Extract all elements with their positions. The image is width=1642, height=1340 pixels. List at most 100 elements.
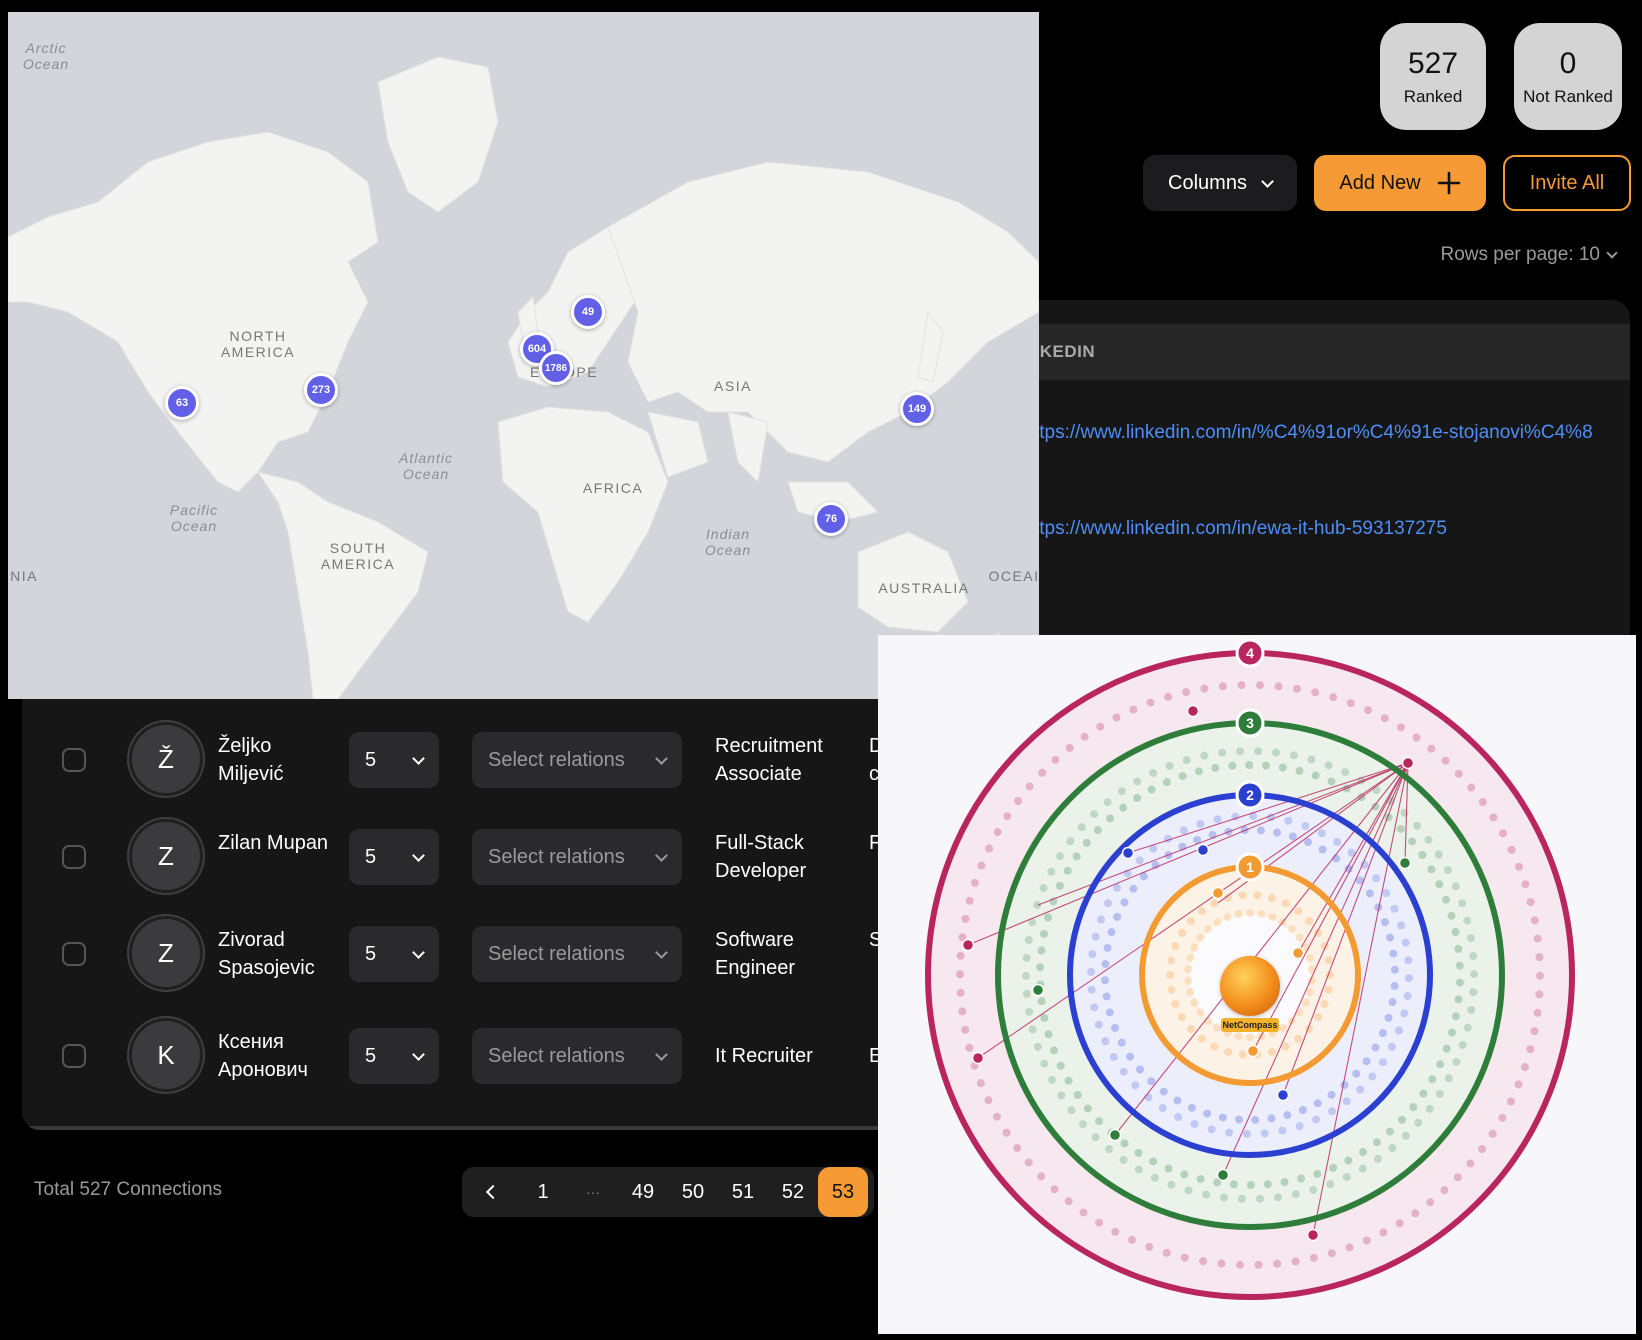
map-cluster-marker[interactable]: 76 xyxy=(814,502,848,536)
radar-contact-dot xyxy=(1530,916,1539,925)
rows-per-page-select[interactable]: Rows per page: 10 xyxy=(1441,244,1618,266)
radar-contact-dot xyxy=(1498,1113,1507,1122)
radar-contact-dot xyxy=(1413,821,1422,830)
radar-contact-dot xyxy=(1342,1172,1351,1181)
radar-contact-dot xyxy=(1469,970,1478,979)
linkedin-link[interactable]: ttps://www.linkedin.com/in/%C4%91or%C4%9… xyxy=(1034,422,1593,444)
map-cluster-marker[interactable]: 49 xyxy=(571,295,605,329)
radar-contact-dot xyxy=(1400,1009,1409,1018)
map-cluster-marker[interactable]: 149 xyxy=(900,392,934,426)
radar-contact-dot xyxy=(1395,1026,1404,1035)
radar-contact-dot xyxy=(1312,1115,1321,1124)
radar-contact-dot xyxy=(1424,835,1433,844)
radar-contact-dot xyxy=(1033,900,1042,909)
radar-contact-dot xyxy=(1056,1061,1065,1070)
relations-select[interactable]: Select relations xyxy=(472,926,682,982)
radar-contact-dot xyxy=(1294,1034,1303,1043)
radar-contact-dot xyxy=(1159,1087,1168,1096)
radar-contact-dot xyxy=(1463,916,1472,925)
radar-contact-dot xyxy=(1356,1085,1365,1094)
radar-contact-dot xyxy=(1314,1013,1323,1022)
rank-select[interactable]: 5 xyxy=(349,926,439,982)
page-ellipsis[interactable]: ··· xyxy=(568,1167,618,1217)
radar-contact-dot xyxy=(1388,998,1397,1007)
row-checkbox[interactable] xyxy=(62,845,86,869)
radar-contact-dot xyxy=(1218,682,1227,691)
radar-contact-dot xyxy=(1467,783,1476,792)
radar-contact-dot xyxy=(1186,1024,1195,1033)
chevron-down-icon xyxy=(655,945,668,959)
radar-ring-number: 3 xyxy=(1246,715,1254,731)
row-checkbox[interactable] xyxy=(62,1044,86,1068)
rank-select[interactable]: 5 xyxy=(349,1028,439,1084)
radar-contact-dot xyxy=(1111,1227,1120,1236)
row-checkbox[interactable] xyxy=(62,942,86,966)
radar-contact-dot xyxy=(1237,681,1246,690)
prev-page-button[interactable] xyxy=(468,1167,518,1217)
radar-contact-dot xyxy=(1038,768,1047,777)
page-button[interactable]: 52 xyxy=(768,1167,818,1217)
radar-contact-dot xyxy=(1246,909,1254,917)
page-button[interactable]: 50 xyxy=(668,1167,718,1217)
radar-contact-dot xyxy=(992,1112,1001,1121)
radar-contact-dot xyxy=(1146,698,1155,707)
radar-contact-dot xyxy=(1179,826,1188,835)
radar-contact-dot xyxy=(1119,1067,1128,1076)
job-title: Full-Stack Developer xyxy=(715,832,807,882)
rank-select[interactable]: 5 xyxy=(349,732,439,788)
radar-contact-dot xyxy=(1171,942,1180,951)
radar-contact-dot xyxy=(1119,803,1128,812)
map-cluster-marker[interactable]: 63 xyxy=(165,386,199,420)
radar-contact-dot xyxy=(956,970,965,979)
map-cluster-marker[interactable]: 1786 xyxy=(539,351,573,385)
radar-contact-dot xyxy=(1297,1174,1306,1183)
rank-select[interactable]: 5 xyxy=(349,829,439,885)
page-button[interactable]: 49 xyxy=(618,1167,668,1217)
radar-contact-dot xyxy=(961,1025,970,1034)
radar-contact-dot xyxy=(1190,998,1199,1007)
relations-select[interactable]: Select relations xyxy=(472,1028,682,1084)
radar-contact-dot xyxy=(1167,956,1176,965)
radar-contact-dot xyxy=(1237,1194,1246,1203)
radar-contact-dot xyxy=(1174,1112,1183,1121)
radar-contact-dot xyxy=(1110,1023,1119,1032)
connections-world-map[interactable]: Arctic Ocean NORTH AMERICA Atlantic Ocea… xyxy=(8,12,1039,699)
radar-contact-dot xyxy=(1255,681,1264,690)
page-button-active[interactable]: 53 xyxy=(818,1167,868,1217)
radar-contact-dot xyxy=(1149,1157,1158,1166)
chevron-down-icon xyxy=(412,945,425,959)
radar-contact-dot xyxy=(1235,1115,1244,1124)
row-checkbox[interactable] xyxy=(62,748,86,772)
radar-contact-dot xyxy=(1257,910,1266,919)
invite-all-button[interactable]: Invite All xyxy=(1503,155,1631,211)
radar-contact-dot xyxy=(1147,785,1156,794)
radar-contact-dot xyxy=(1096,722,1105,731)
network-radar-chart[interactable]: 1 2 3 4 NetCompass xyxy=(878,635,1636,1334)
map-cluster-marker[interactable]: 273 xyxy=(304,373,338,407)
radar-contact-dot xyxy=(1180,1253,1189,1262)
radar-contact-dot xyxy=(1408,837,1417,846)
page-button[interactable]: 1 xyxy=(518,1167,568,1217)
radar-contact-dot xyxy=(1274,682,1283,691)
columns-button[interactable]: Columns xyxy=(1143,155,1297,211)
radar-contact-dot xyxy=(1372,1138,1381,1147)
linkedin-link[interactable]: ttps://www.linkedin.com/in/ewa-it-hub-59… xyxy=(1034,518,1447,540)
radar-contact-dot xyxy=(1362,1057,1371,1066)
radar-contact-dot xyxy=(1066,837,1075,846)
radar-contact-dot xyxy=(1404,956,1413,965)
radar-contact-dot xyxy=(1295,1122,1304,1131)
radar-ring-number: 4 xyxy=(1246,645,1254,661)
relations-select[interactable]: Select relations xyxy=(472,732,682,788)
radar-contact-dot xyxy=(1425,1104,1434,1113)
page-button[interactable]: 51 xyxy=(718,1167,768,1217)
radar-contact-dot xyxy=(1049,1046,1058,1055)
radar-contact-dot xyxy=(1267,1114,1276,1123)
radar-highlight-node xyxy=(1291,946,1305,960)
radar-contact-dot xyxy=(1187,1103,1196,1112)
radar-contact-dot xyxy=(1435,1089,1444,1098)
radar-highlight-node xyxy=(1031,983,1045,997)
relations-select[interactable]: Select relations xyxy=(472,829,682,885)
invite-all-label: Invite All xyxy=(1529,171,1605,194)
radar-contact-dot xyxy=(1186,917,1195,926)
add-new-button[interactable]: Add New xyxy=(1314,155,1486,211)
